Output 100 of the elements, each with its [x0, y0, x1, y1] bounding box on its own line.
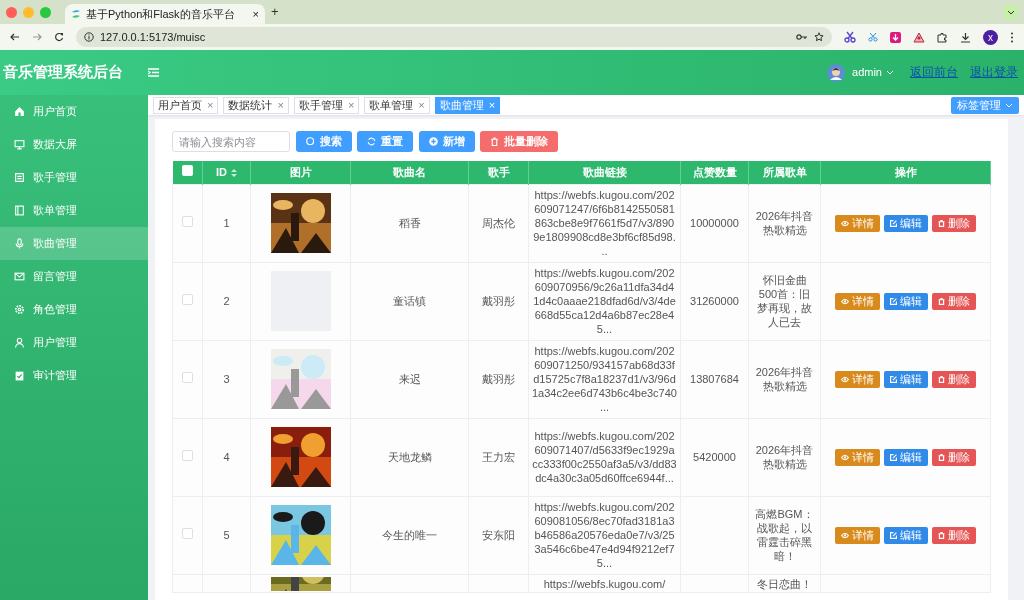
checkbox[interactable]: [182, 527, 193, 539]
sidebar-item[interactable]: 审计管理: [0, 359, 148, 392]
edit-icon: [890, 219, 897, 227]
browser-tab[interactable]: 基于Python和Flask的音乐平台 ×: [65, 4, 265, 24]
select-all-checkbox[interactable]: [181, 165, 193, 176]
details-button[interactable]: 详情: [835, 292, 880, 310]
column-header: ID: [216, 166, 227, 178]
singer-name: 周杰伦: [481, 215, 516, 231]
edit-button[interactable]: 编辑: [884, 448, 928, 466]
key-icon[interactable]: [796, 33, 808, 41]
maximize-window-button[interactable]: [40, 6, 51, 18]
sidebar-item[interactable]: 角色管理: [0, 293, 148, 326]
eye-icon: [841, 453, 849, 461]
checkbox[interactable]: [182, 449, 193, 461]
sidebar-item[interactable]: 歌曲管理: [0, 227, 148, 260]
details-button[interactable]: 详情: [835, 448, 880, 466]
details-button[interactable]: 详情: [835, 214, 880, 232]
column-header: 图片: [289, 166, 312, 178]
tag-close-button[interactable]: ×: [418, 96, 425, 114]
sidebar-item[interactable]: 歌手管理: [0, 161, 148, 194]
book-icon: [14, 205, 25, 216]
sidebar-item[interactable]: 数据大屏: [0, 128, 148, 161]
checkbox[interactable]: [182, 371, 193, 383]
sort-icon[interactable]: [231, 169, 237, 178]
delete-button[interactable]: 删除: [932, 448, 976, 466]
scissors-icon[interactable]: [844, 31, 856, 43]
delete-button[interactable]: 删除: [932, 214, 976, 232]
playlist-name: 怀旧金曲500首：旧梦再现，故人已去: [756, 273, 813, 329]
singer-name: 戴羽彤: [481, 371, 516, 387]
extension-icon[interactable]: [913, 31, 925, 43]
home-link[interactable]: 返回前台: [910, 63, 958, 82]
back-icon[interactable]: [10, 32, 20, 42]
caret-icon[interactable]: [886, 70, 894, 75]
new-tab-button[interactable]: +: [271, 2, 279, 22]
tag-tab[interactable]: 数据统计 ×: [223, 96, 289, 114]
forward-icon[interactable]: [32, 32, 42, 42]
sidebar-item[interactable]: 留言管理: [0, 260, 148, 293]
download-icon[interactable]: [960, 31, 971, 43]
reload-icon[interactable]: [54, 32, 64, 42]
playlist-name: 高燃BGM：战歌起，以雷霆击碎黑暗！: [754, 507, 815, 563]
details-button[interactable]: 详情: [835, 526, 880, 544]
scissors-icon[interactable]: [868, 32, 878, 42]
eye-icon: [841, 297, 849, 305]
checkbox[interactable]: [182, 293, 193, 305]
user-name[interactable]: admin: [852, 64, 882, 81]
tag-close-button[interactable]: ×: [488, 96, 496, 114]
info-icon: [84, 32, 94, 42]
add-button[interactable]: 新增: [418, 131, 475, 152]
singer-name: 安东阳: [481, 527, 516, 543]
tab-close-button[interactable]: ×: [252, 5, 259, 23]
id-text: 2: [222, 293, 231, 309]
tag-close-button[interactable]: ×: [347, 96, 355, 114]
tag-tab[interactable]: 歌手管理 ×: [293, 96, 360, 114]
puzzle-icon[interactable]: [937, 31, 948, 43]
details-button[interactable]: 详情: [835, 370, 880, 388]
sidebar-item[interactable]: 歌单管理: [0, 194, 148, 227]
tag-tab[interactable]: 歌单管理 ×: [364, 96, 430, 114]
reset-button[interactable]: 重置: [357, 131, 413, 152]
checkbox[interactable]: [182, 215, 193, 227]
address-bar[interactable]: 127.0.0.1:5173/muisc: [76, 27, 832, 47]
star-icon[interactable]: [814, 32, 824, 42]
logout-link[interactable]: 退出登录: [970, 63, 1018, 82]
profile-avatar[interactable]: x: [983, 29, 998, 45]
delete-button[interactable]: 删除: [932, 370, 976, 388]
edit-button[interactable]: 编辑: [884, 214, 928, 232]
microphone-icon: [14, 238, 25, 249]
refresh-icon: [367, 137, 376, 146]
edit-icon: [890, 297, 897, 305]
tag-menu-button[interactable]: 标签管理: [951, 96, 1019, 114]
edit-button[interactable]: 编辑: [884, 526, 928, 544]
delete-button[interactable]: 删除: [932, 292, 976, 310]
like-count: 5420000: [692, 449, 737, 465]
like-count: 31260000: [689, 293, 740, 309]
tag-tab[interactable]: 用户首页 ×: [153, 96, 219, 114]
app-title: 音乐管理系统后台: [2, 62, 124, 83]
search-icon: [305, 137, 315, 146]
column-header: 点赞数量: [692, 166, 737, 178]
menu-icon[interactable]: [1010, 31, 1014, 43]
song-title: 童话镇: [392, 293, 427, 309]
song-title: 来迟: [397, 371, 422, 387]
delete-button[interactable]: 删除: [932, 526, 976, 544]
search-button[interactable]: 搜索: [295, 131, 352, 152]
sidebar-item[interactable]: 用户首页: [0, 95, 148, 128]
like-count: 13807684: [689, 371, 740, 387]
tag-close-button[interactable]: ×: [277, 96, 284, 114]
batch-delete-button[interactable]: 批量删除: [480, 131, 558, 152]
download-extension-icon[interactable]: [890, 31, 901, 43]
column-header: 歌手: [487, 166, 510, 178]
tab-search-icon[interactable]: [1004, 5, 1018, 19]
edit-button[interactable]: 编辑: [884, 370, 928, 388]
tag-close-button[interactable]: ×: [207, 96, 214, 114]
trash-icon: [938, 297, 945, 305]
sidebar-item[interactable]: 用户管理: [0, 326, 148, 359]
search-field[interactable]: 请输入搜索内容: [172, 131, 290, 152]
eye-icon: [841, 531, 849, 539]
singer-name: 王力宏: [481, 449, 516, 465]
close-window-button[interactable]: [6, 6, 17, 18]
edit-button[interactable]: 编辑: [884, 292, 928, 310]
tag-tab[interactable]: 歌曲管理 ×: [434, 96, 501, 114]
trash-icon: [938, 453, 945, 461]
